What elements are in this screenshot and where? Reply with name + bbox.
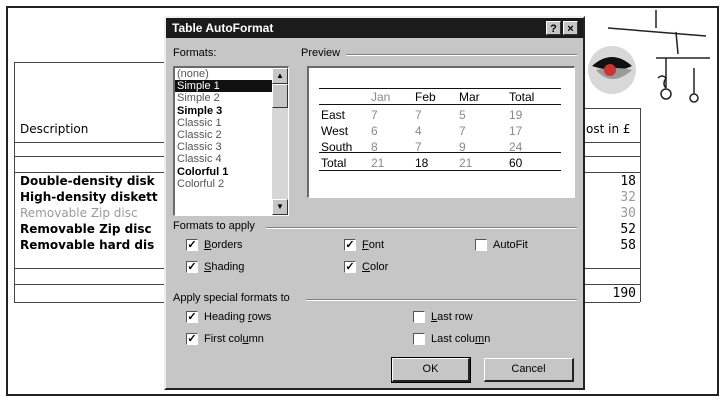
preview-label: Preview <box>301 47 341 59</box>
close-button[interactable]: × <box>563 21 578 35</box>
color-check: ✓ <box>345 261 355 273</box>
preview-cell: 60 <box>509 156 523 170</box>
preview-row-label: Total <box>321 156 347 170</box>
doc-row-description: Removable Zip disc <box>20 206 138 220</box>
help-button[interactable]: ? <box>546 21 561 35</box>
formats-label: Formats: <box>173 47 217 59</box>
preview-column-header: Jan <box>371 90 391 104</box>
font-check: ✓ <box>345 239 355 251</box>
preview-column-header: Total <box>509 90 535 104</box>
preview-column-header: Feb <box>415 90 436 104</box>
preview-cell: 8 <box>371 140 378 154</box>
format-list-item[interactable]: Classic 1 <box>175 117 273 129</box>
doc-header-cost: ost in £ <box>586 122 631 136</box>
preview-cell: 7 <box>371 108 378 122</box>
shading-checkbox[interactable]: ✓ <box>186 261 198 273</box>
borders-check: ✓ <box>187 239 197 251</box>
doc-row-value: 18 <box>620 174 636 189</box>
preview-cell: 4 <box>415 124 422 138</box>
preview-row-label: East <box>321 108 346 122</box>
font-label: Font <box>362 239 385 251</box>
format-list-item[interactable]: Colorful 1 <box>175 166 273 178</box>
borders-checkbox[interactable]: ✓ <box>186 239 198 251</box>
borders-label: Borders <box>204 239 243 251</box>
preview-cell: 24 <box>509 140 523 154</box>
special-formats-label: Apply special formats to <box>173 292 290 304</box>
format-list-item[interactable]: (none) <box>175 68 273 80</box>
doc-total-value: 190 <box>612 286 636 301</box>
format-list-item[interactable]: Classic 4 <box>175 153 273 165</box>
preview-pane: Jan Feb Mar Total East 7 7 5 19 West 6 4 7 17 South 8 7 9… <box>307 66 575 198</box>
cancel-button[interactable]: Cancel <box>484 358 574 382</box>
preview-row-label: South <box>321 140 353 154</box>
shading-label: Shading <box>204 261 245 273</box>
dialog-titlebar: Table AutoFormat ? × <box>166 18 583 38</box>
preview-cell: 7 <box>415 108 422 122</box>
last-column-label: Last column <box>431 333 491 345</box>
format-list-item[interactable]: Simple 1 <box>175 80 273 93</box>
formats-to-apply-label: Formats to apply <box>173 220 255 232</box>
autofit-checkbox[interactable] <box>475 239 487 251</box>
preview-cell: 5 <box>459 108 466 122</box>
shading-check: ✓ <box>187 261 197 273</box>
doc-row-value: 58 <box>620 238 636 253</box>
preview-cell: 19 <box>509 108 523 122</box>
first-column-check: ✓ <box>187 333 197 345</box>
preview-cell: 6 <box>371 124 378 138</box>
scroll-down-arrow-icon[interactable]: ▼ <box>272 199 288 215</box>
preview-column-header: Mar <box>459 90 480 104</box>
scroll-up-arrow-icon[interactable]: ▲ <box>272 68 288 84</box>
color-label: Color <box>362 261 389 273</box>
formats-listbox[interactable]: (none) Simple 1 Simple 2 Simple 3 Classic 1C… <box>173 66 289 216</box>
format-list-item[interactable]: Colorful 2 <box>175 178 273 190</box>
doc-row-value: 52 <box>620 222 636 237</box>
first-column-label: First column <box>204 333 264 345</box>
first-column-checkbox[interactable]: ✓ <box>186 333 198 345</box>
heading-rows-checkbox[interactable]: ✓ <box>186 311 198 323</box>
preview-cell: 21 <box>371 156 385 170</box>
last-column-checkbox[interactable] <box>413 333 425 345</box>
preview-cell: 21 <box>459 156 473 170</box>
last-row-label: Last row <box>431 311 473 323</box>
heading-rows-label: Heading rows <box>204 311 272 323</box>
preview-row-label: West <box>321 124 349 138</box>
format-list-item[interactable]: Simple 3 <box>175 105 273 117</box>
scroll-thumb[interactable] <box>272 84 288 108</box>
doc-row-description: High-density diskett <box>20 190 158 204</box>
ok-button[interactable]: OK <box>391 357 471 383</box>
preview-cell: 7 <box>415 140 422 154</box>
preview-cell: 17 <box>509 124 523 138</box>
doc-row-value: 30 <box>620 206 636 221</box>
preview-cell: 7 <box>459 124 466 138</box>
autofit-label: AutoFit <box>493 239 528 251</box>
doc-row-description: Removable hard dis <box>20 238 155 252</box>
color-checkbox[interactable]: ✓ <box>344 261 356 273</box>
mobile-decoration-icon <box>588 10 710 103</box>
formats-scrollbar[interactable]: ▲ ▼ <box>272 68 288 215</box>
doc-row-value: 32 <box>620 190 636 205</box>
last-row-checkbox[interactable] <box>413 311 425 323</box>
doc-row-description: Double-density disk <box>20 174 155 188</box>
format-list-item[interactable]: Classic 3 <box>175 141 273 153</box>
format-list-item[interactable]: Classic 2 <box>175 129 273 141</box>
table-autoformat-dialog: Table AutoFormat ? × Formats: Preview (n… <box>164 16 585 390</box>
heading-rows-check: ✓ <box>187 311 197 323</box>
doc-header-description: Description <box>20 122 89 136</box>
format-list-item[interactable]: Simple 2 <box>175 92 273 104</box>
dialog-title: Table AutoFormat <box>172 21 274 35</box>
preview-cell: 18 <box>415 156 429 170</box>
font-checkbox[interactable]: ✓ <box>344 239 356 251</box>
doc-row-description: Removable Zip disc <box>20 222 152 236</box>
preview-cell: 9 <box>459 140 466 154</box>
